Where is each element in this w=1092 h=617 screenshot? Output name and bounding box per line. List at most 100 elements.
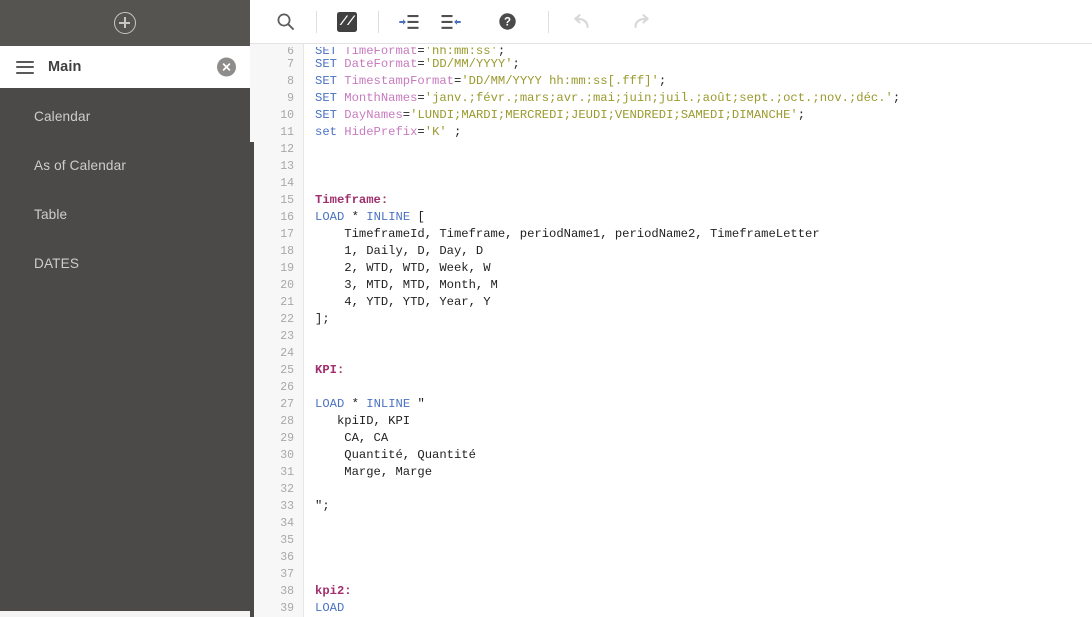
code-line[interactable]: CA, CA	[315, 430, 1092, 447]
code-line[interactable]: 1, Daily, D, Day, D	[315, 243, 1092, 260]
sidebar-item-calendar[interactable]: Calendar	[0, 92, 250, 141]
sidebar-item-label: As of Calendar	[34, 158, 126, 173]
line-number: 13	[250, 158, 303, 175]
toolbar-divider	[548, 11, 549, 33]
sidebar-section-list: Calendar As of Calendar Table DATES	[0, 88, 250, 611]
code-line[interactable]: Marge, Marge	[315, 464, 1092, 481]
line-number: 38	[250, 583, 303, 600]
hamburger-icon[interactable]	[16, 61, 34, 74]
script-editor-window: Main Calendar As of Calendar Table DATES	[0, 0, 1092, 617]
code-line[interactable]: kpiID, KPI	[315, 413, 1092, 430]
line-number-gutter: 6789101112131415161718192021222324252627…	[250, 44, 304, 617]
line-number: 33	[250, 498, 303, 515]
line-number: 10	[250, 107, 303, 124]
line-number: 24	[250, 345, 303, 362]
line-number: 25	[250, 362, 303, 379]
line-number: 11	[250, 124, 303, 141]
sidebar-item-dates[interactable]: DATES	[0, 239, 250, 288]
editor-toolbar: //	[250, 0, 1092, 44]
code-line[interactable]: KPI:	[315, 362, 1092, 379]
line-number: 23	[250, 328, 303, 345]
code-line[interactable]	[315, 141, 1092, 158]
redo-icon[interactable]	[622, 7, 660, 37]
code-line[interactable]: SET DayNames='LUNDI;MARDI;MERCREDI;JEUDI…	[315, 107, 1092, 124]
sidebar: Main Calendar As of Calendar Table DATES	[0, 0, 250, 617]
code-line: SET TimeFormat='hh:mm:ss';	[315, 47, 1092, 56]
close-icon[interactable]	[217, 58, 236, 77]
editor-pane: //	[250, 0, 1092, 617]
code-line[interactable]: SET MonthNames='janv.;févr.;mars;avr.;ma…	[315, 90, 1092, 107]
line-number: 20	[250, 277, 303, 294]
code-line[interactable]: LOAD	[315, 600, 1092, 617]
indent-out-icon[interactable]	[432, 7, 470, 37]
help-icon[interactable]: ?	[488, 7, 526, 37]
line-number: 30	[250, 447, 303, 464]
line-number: 31	[250, 464, 303, 481]
line-number: 16	[250, 209, 303, 226]
line-number: 27	[250, 396, 303, 413]
sidebar-item-label: DATES	[34, 256, 79, 271]
code-line[interactable]	[315, 532, 1092, 549]
line-number: 21	[250, 294, 303, 311]
sidebar-section-header[interactable]: Main	[0, 46, 250, 88]
code-line[interactable]: TimeframeId, Timeframe, periodName1, per…	[315, 226, 1092, 243]
line-number: 14	[250, 175, 303, 192]
code-line[interactable]: ";	[315, 498, 1092, 515]
sidebar-item-as-of-calendar[interactable]: As of Calendar	[0, 141, 250, 190]
sidebar-section-title: Main	[48, 59, 81, 75]
code-line[interactable]	[315, 345, 1092, 362]
line-number: 35	[250, 532, 303, 549]
undo-icon[interactable]	[562, 7, 600, 37]
code-line[interactable]	[315, 515, 1092, 532]
line-number: 12	[250, 141, 303, 158]
line-number: 28	[250, 413, 303, 430]
line-number: 15	[250, 192, 303, 209]
line-number: 34	[250, 515, 303, 532]
code-line[interactable]	[315, 158, 1092, 175]
code-line[interactable]: SET TimestampFormat='DD/MM/YYYY hh:mm:ss…	[315, 73, 1092, 90]
line-number: 18	[250, 243, 303, 260]
code-line[interactable]: kpi2:	[315, 583, 1092, 600]
line-number: 36	[250, 549, 303, 566]
line-number: 6	[250, 47, 303, 56]
line-number: 32	[250, 481, 303, 498]
search-icon[interactable]	[266, 7, 304, 37]
code-content[interactable]: SET TimeFormat='hh:mm:ss';SET DateFormat…	[304, 44, 1092, 617]
line-number: 29	[250, 430, 303, 447]
code-line[interactable]	[315, 379, 1092, 396]
code-line[interactable]	[315, 328, 1092, 345]
code-line[interactable]: SET DateFormat='DD/MM/YYYY';	[315, 56, 1092, 73]
indent-in-icon[interactable]	[390, 7, 428, 37]
code-line[interactable]	[315, 175, 1092, 192]
code-line[interactable]: 4, YTD, YTD, Year, Y	[315, 294, 1092, 311]
code-line[interactable]: LOAD * INLINE [	[315, 209, 1092, 226]
code-line[interactable]: 3, MTD, MTD, Month, M	[315, 277, 1092, 294]
code-line[interactable]	[315, 566, 1092, 583]
gutter-active-marker	[250, 142, 254, 617]
code-line[interactable]	[315, 481, 1092, 498]
sidebar-item-label: Calendar	[34, 109, 90, 124]
toolbar-divider	[378, 11, 379, 33]
line-number: 26	[250, 379, 303, 396]
code-line[interactable]: ];	[315, 311, 1092, 328]
toolbar-divider	[316, 11, 317, 33]
code-line[interactable]: LOAD * INLINE "	[315, 396, 1092, 413]
code-line[interactable]: Timeframe:	[315, 192, 1092, 209]
line-number: 39	[250, 600, 303, 617]
code-line[interactable]: 2, WTD, WTD, Week, W	[315, 260, 1092, 277]
code-line[interactable]	[315, 549, 1092, 566]
code-editor[interactable]: 6789101112131415161718192021222324252627…	[250, 44, 1092, 617]
svg-text:?: ?	[503, 17, 510, 29]
code-line[interactable]: Quantité, Quantité	[315, 447, 1092, 464]
comment-icon[interactable]: //	[328, 7, 366, 37]
line-number: 19	[250, 260, 303, 277]
line-number: 8	[250, 73, 303, 90]
line-number: 9	[250, 90, 303, 107]
sidebar-toolbar	[0, 0, 250, 46]
code-line[interactable]: set HidePrefix='K' ;	[315, 124, 1092, 141]
sidebar-item-label: Table	[34, 207, 67, 222]
add-section-button[interactable]	[114, 12, 136, 34]
comment-glyph: //	[337, 12, 357, 32]
line-number: 7	[250, 56, 303, 73]
sidebar-item-table[interactable]: Table	[0, 190, 250, 239]
